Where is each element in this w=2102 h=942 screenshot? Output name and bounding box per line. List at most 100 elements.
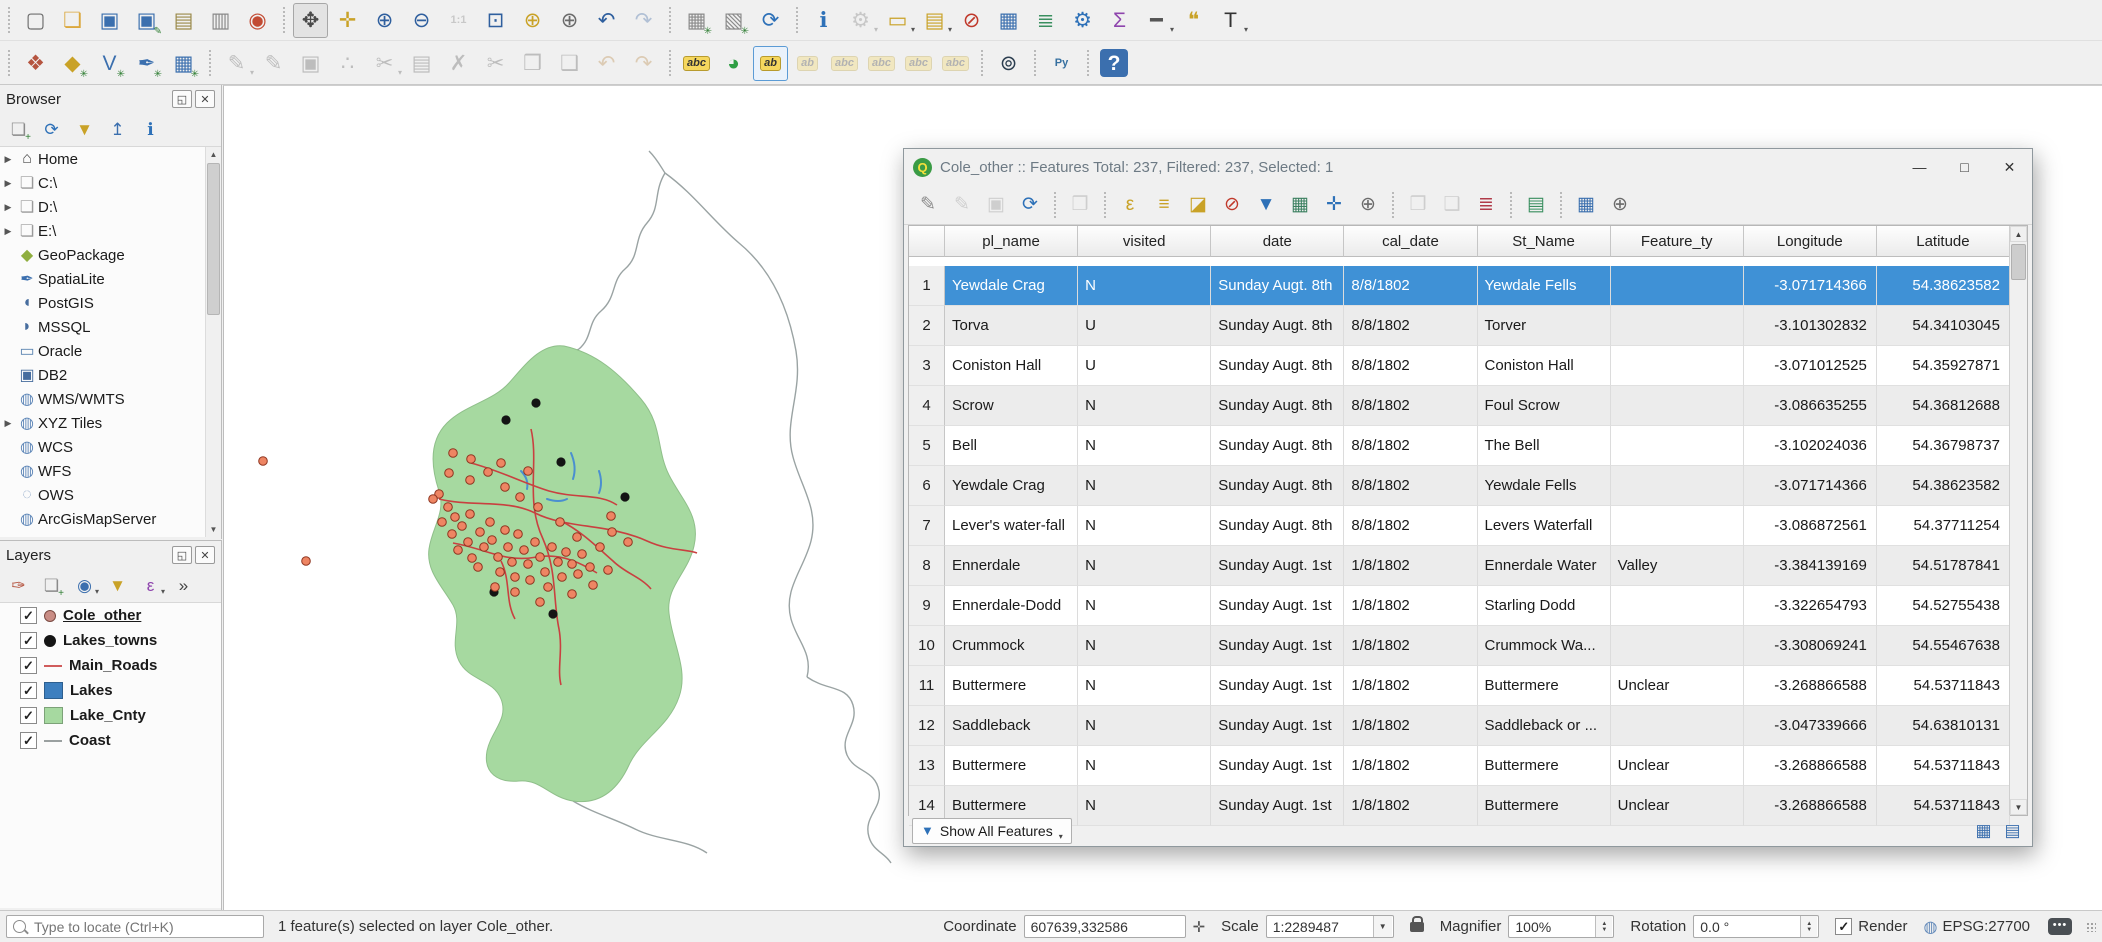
table-cell[interactable] bbox=[1611, 266, 1744, 306]
close-button[interactable]: ✕ bbox=[1987, 152, 2032, 182]
table-cell[interactable]: N bbox=[1078, 466, 1211, 506]
add-group-icon[interactable]: ❏+ bbox=[37, 571, 66, 600]
table-cell[interactable]: Ennerdale-Dodd bbox=[945, 586, 1078, 626]
table-cell[interactable]: N bbox=[1078, 386, 1211, 426]
table-cell[interactable]: N bbox=[1078, 586, 1211, 626]
table-cell[interactable]: U bbox=[1078, 346, 1211, 386]
column-header-feature-ty[interactable]: Feature_ty bbox=[1611, 226, 1744, 257]
table-cell[interactable] bbox=[1611, 346, 1744, 386]
reload-table-icon[interactable]: ⟳ bbox=[1014, 189, 1046, 221]
table-cell[interactable]: 54.52755438 bbox=[1877, 586, 2010, 626]
refresh-browser-icon[interactable]: ⟳ bbox=[37, 115, 66, 144]
processing-toolbox-icon[interactable]: ⚙ bbox=[1065, 3, 1100, 38]
browser-item-oracle[interactable]: ▭Oracle bbox=[0, 339, 221, 363]
new-project-icon[interactable]: ▢ bbox=[18, 3, 53, 38]
table-cell[interactable]: -3.268866588 bbox=[1744, 666, 1877, 706]
measure-icon[interactable]: ━▾ bbox=[1139, 3, 1174, 38]
table-cell[interactable]: -3.268866588 bbox=[1744, 746, 1877, 786]
table-cell[interactable]: Sunday Augt. 1st bbox=[1211, 546, 1344, 586]
layer-labeling-icon[interactable]: abc bbox=[679, 46, 714, 81]
properties-info-icon[interactable]: ℹ bbox=[136, 115, 165, 144]
layer-item-lakes[interactable]: ✓Lakes bbox=[0, 678, 221, 703]
render-check-icon[interactable]: ✓ bbox=[1835, 918, 1852, 935]
browser-item-c[interactable]: ▶❏C:\ bbox=[0, 171, 221, 195]
table-cell[interactable]: Sunday Augt. 1st bbox=[1211, 746, 1344, 786]
row-number[interactable]: 13 bbox=[909, 746, 945, 786]
table-cell[interactable]: 1/8/1802 bbox=[1344, 586, 1477, 626]
select-by-value-icon[interactable]: ▤▾ bbox=[917, 3, 952, 38]
select-by-expression-icon[interactable]: ε bbox=[1114, 189, 1146, 221]
table-cell[interactable]: N bbox=[1078, 666, 1211, 706]
table-cell[interactable] bbox=[1611, 506, 1744, 546]
table-cell[interactable]: Sunday Augt. 8th bbox=[1211, 426, 1344, 466]
new-3d-map-view-icon[interactable]: ▧✳ bbox=[716, 3, 751, 38]
table-cell[interactable] bbox=[1611, 426, 1744, 466]
data-source-manager-icon[interactable]: ❖ bbox=[18, 46, 53, 81]
save-project-as-icon[interactable]: ▣✎ bbox=[129, 3, 164, 38]
table-cell[interactable]: N bbox=[1078, 426, 1211, 466]
table-cell[interactable]: Torver bbox=[1478, 306, 1611, 346]
table-cell[interactable]: Sunday Augt. 8th bbox=[1211, 266, 1344, 306]
table-cell[interactable]: -3.071714366 bbox=[1744, 266, 1877, 306]
table-cell[interactable]: Yewdale Crag bbox=[945, 266, 1078, 306]
table-cell[interactable]: 54.36798737 bbox=[1877, 426, 2010, 466]
browser-item-wms-wmts[interactable]: ◍WMS/WMTS bbox=[0, 387, 221, 411]
table-cell[interactable]: 54.55467638 bbox=[1877, 626, 2010, 666]
table-cell[interactable]: 1/8/1802 bbox=[1344, 746, 1477, 786]
table-cell[interactable]: 1/8/1802 bbox=[1344, 546, 1477, 586]
invert-selection-icon[interactable]: ◪ bbox=[1182, 189, 1214, 221]
lock-scale-icon[interactable] bbox=[1410, 922, 1424, 932]
layers-float-button[interactable]: ◱ bbox=[172, 546, 192, 564]
table-cell[interactable]: Sunday Augt. 1st bbox=[1211, 586, 1344, 626]
scale-combo[interactable]: 1:2289487 ▼ bbox=[1266, 915, 1394, 938]
zoom-full-icon[interactable]: ⊡ bbox=[478, 3, 513, 38]
table-cell[interactable]: Yewdale Fells bbox=[1478, 266, 1611, 306]
python-console-icon[interactable]: Py bbox=[1044, 46, 1079, 81]
column-header-pl-name[interactable]: pl_name bbox=[945, 226, 1078, 257]
scroll-down-icon[interactable]: ▼ bbox=[206, 522, 221, 537]
open-attribute-table-icon[interactable]: ▦ bbox=[991, 3, 1026, 38]
browser-scrollbar[interactable]: ▲ ▼ bbox=[205, 147, 221, 537]
collapse-all-icon[interactable]: ↥ bbox=[103, 115, 132, 144]
table-cell[interactable]: 8/8/1802 bbox=[1344, 466, 1477, 506]
pan-to-selection-icon[interactable]: ✛ bbox=[330, 3, 365, 38]
table-cell[interactable]: 1/8/1802 bbox=[1344, 706, 1477, 746]
table-cell[interactable]: Bell bbox=[945, 426, 1078, 466]
browser-item-geopackage[interactable]: ◆GeoPackage bbox=[0, 243, 221, 267]
browser-item-ows[interactable]: ◌OWS bbox=[0, 483, 221, 507]
filter-select-form-icon[interactable]: ▼ bbox=[1250, 189, 1282, 221]
row-number[interactable]: 10 bbox=[909, 626, 945, 666]
table-cell[interactable]: -3.086635255 bbox=[1744, 386, 1877, 426]
table-cell[interactable]: Torva bbox=[945, 306, 1078, 346]
table-cell[interactable]: Sunday Augt. 1st bbox=[1211, 666, 1344, 706]
panel-overflow-icon[interactable]: » bbox=[169, 571, 198, 600]
table-cell[interactable]: Buttermere bbox=[945, 746, 1078, 786]
table-cell[interactable]: -3.047339666 bbox=[1744, 706, 1877, 746]
new-shapefile-layer-icon[interactable]: V✳ bbox=[92, 46, 127, 81]
column-header-visited[interactable]: visited bbox=[1078, 226, 1211, 257]
table-cell[interactable]: Foul Scrow bbox=[1478, 386, 1611, 426]
table-cell[interactable]: Sunday Augt. 8th bbox=[1211, 506, 1344, 546]
coordinate-field[interactable]: 607639,332586 bbox=[1024, 915, 1186, 938]
column-header-cal-date[interactable]: cal_date bbox=[1344, 226, 1477, 257]
table-cell[interactable]: Saddleback or ... bbox=[1478, 706, 1611, 746]
crs-globe-icon[interactable]: ◍ bbox=[1923, 917, 1937, 937]
move-selection-top-icon[interactable]: ▦ bbox=[1284, 189, 1316, 221]
text-annotation-icon[interactable]: T▾ bbox=[1213, 3, 1248, 38]
show-layout-manager-icon[interactable]: ▥ bbox=[203, 3, 238, 38]
table-cell[interactable]: N bbox=[1078, 506, 1211, 546]
table-cell[interactable]: Sunday Augt. 8th bbox=[1211, 386, 1344, 426]
table-cell[interactable]: Unclear bbox=[1611, 666, 1744, 706]
expand-icon[interactable]: ▶ bbox=[0, 418, 16, 429]
table-cell[interactable]: Crummock Wa... bbox=[1478, 626, 1611, 666]
table-cell[interactable] bbox=[1611, 386, 1744, 426]
layer-diagram-icon[interactable]: ◕ bbox=[716, 46, 751, 81]
table-cell[interactable]: Sunday Augt. 8th bbox=[1211, 466, 1344, 506]
magnifier-spinner[interactable]: ▲▼ bbox=[1595, 916, 1612, 937]
table-cell[interactable]: Sunday Augt. 1st bbox=[1211, 626, 1344, 666]
browser-item-e[interactable]: ▶❏E:\ bbox=[0, 219, 221, 243]
show-statistics-icon[interactable]: Σ bbox=[1102, 3, 1137, 38]
table-cell[interactable]: Yewdale Fells bbox=[1478, 466, 1611, 506]
attribute-window-titlebar[interactable]: Q Cole_other :: Features Total: 237, Fil… bbox=[904, 149, 2032, 185]
table-scroll-down-icon[interactable]: ▼ bbox=[2010, 799, 2027, 815]
